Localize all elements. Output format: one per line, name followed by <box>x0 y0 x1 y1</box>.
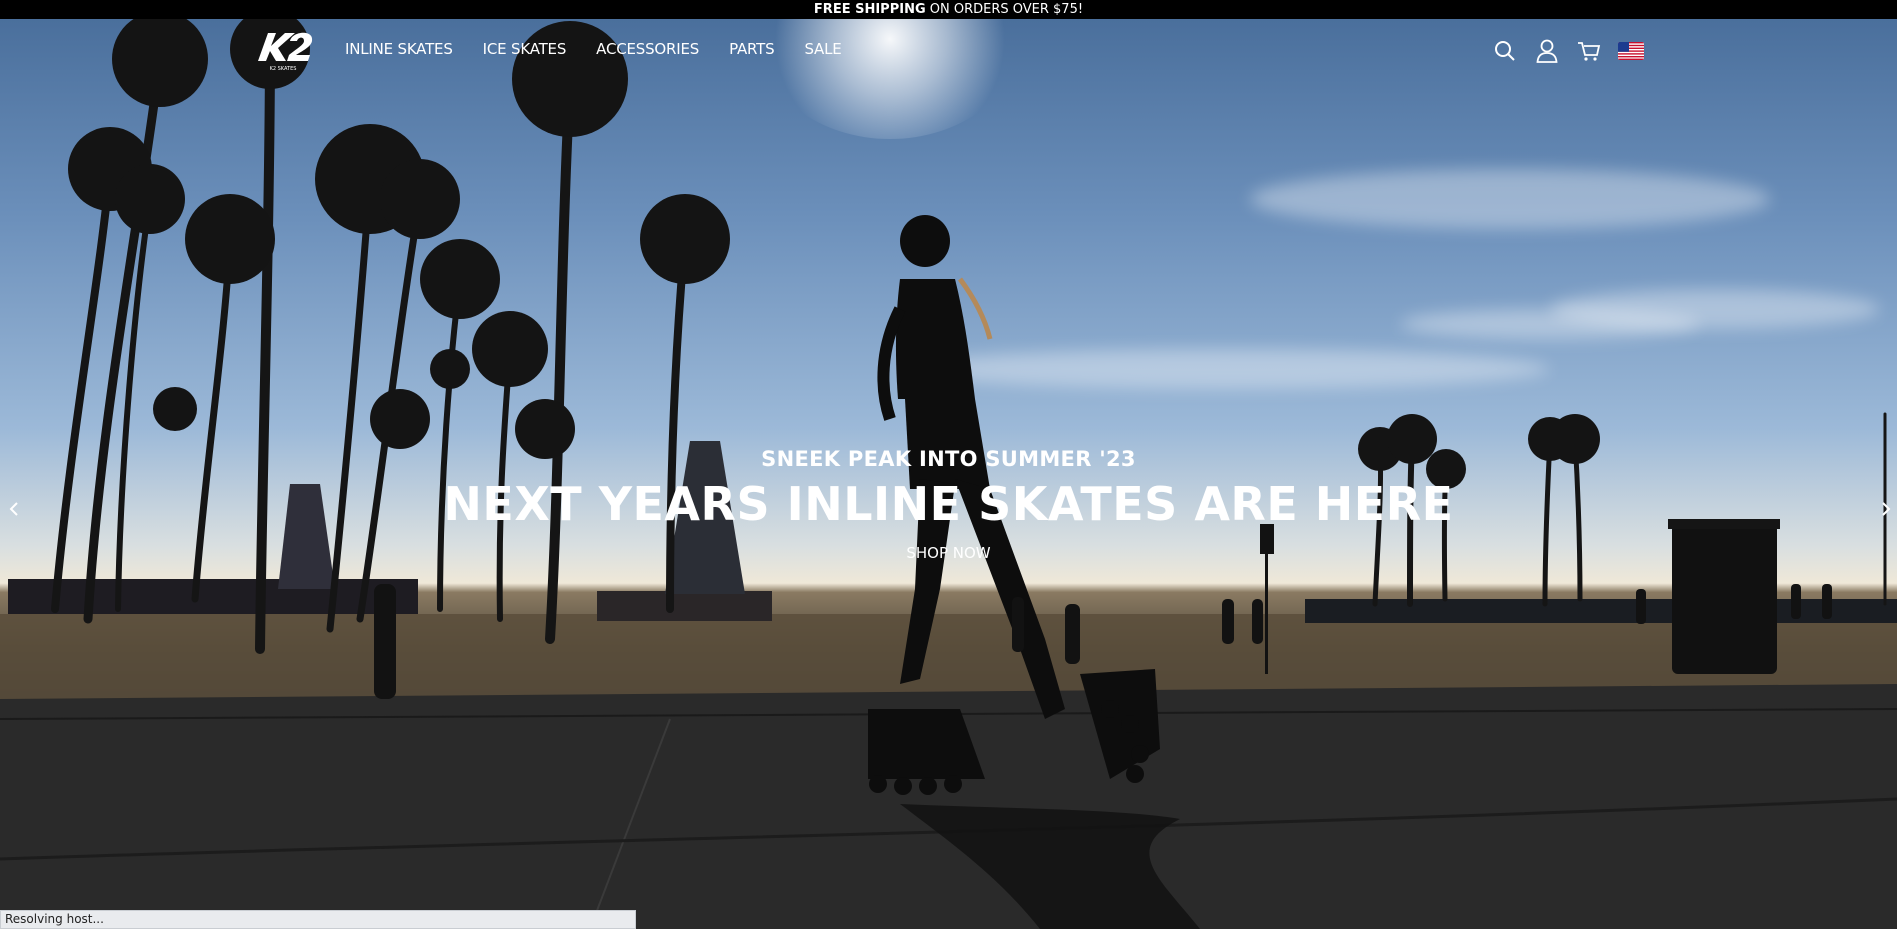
nav-link-accessories[interactable]: ACCESSORIES <box>596 40 699 58</box>
us-flag-icon[interactable] <box>1618 42 1644 60</box>
carousel-prev-arrow-icon[interactable] <box>4 499 24 519</box>
nav-link-inline-skates[interactable]: INLINE SKATES <box>345 40 453 58</box>
logo-text: K2 SKATES <box>270 66 297 72</box>
hero-banner[interactable]: SNEEK PEAK INTO SUMMER '23 NEXT YEARS IN… <box>0 19 1897 929</box>
shop-now-button[interactable]: SHOP NOW <box>906 544 990 562</box>
account-icon[interactable] <box>1534 38 1560 64</box>
announcement-text: ON ORDERS OVER $75! <box>925 2 1084 17</box>
announcement-bold: FREE SHIPPING <box>813 2 926 17</box>
nav-link-sale[interactable]: SALE <box>804 40 841 58</box>
browser-status-bar: Resolving host... <box>0 910 636 929</box>
hero-scene-image <box>0 19 1897 929</box>
nav-link-parts[interactable]: PARTS <box>729 40 775 58</box>
hero-headline: NEXT YEARS INLINE SKATES ARE HERE <box>443 477 1454 531</box>
search-icon[interactable] <box>1492 38 1518 64</box>
main-navigation: K2 SKATES INLINE SKATES ICE SKATES ACCES… <box>0 19 1897 81</box>
nav-links: INLINE SKATES ICE SKATES ACCESSORIES PAR… <box>345 40 872 58</box>
carousel-next-arrow-icon[interactable] <box>1876 499 1896 519</box>
cart-icon[interactable] <box>1576 38 1602 64</box>
nav-icons <box>1492 38 1644 64</box>
k2-logo[interactable]: K2 SKATES <box>254 27 318 73</box>
announcement-bar: FREE SHIPPING ON ORDERS OVER $75! <box>0 0 1897 19</box>
hero-eyebrow: SNEEK PEAK INTO SUMMER '23 <box>761 447 1136 471</box>
nav-link-ice-skates[interactable]: ICE SKATES <box>483 40 567 58</box>
